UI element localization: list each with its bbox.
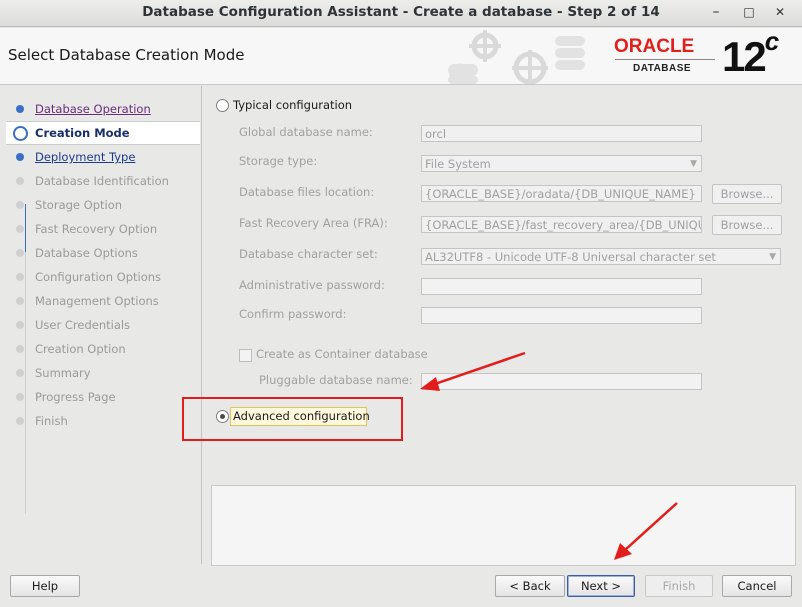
- step-dot-icon: [16, 225, 24, 233]
- charset-label: Database character set:: [239, 247, 378, 261]
- finish-button[interactable]: Finish: [645, 575, 713, 597]
- nav-step-label: Storage Option: [35, 198, 123, 212]
- fra-label: Fast Recovery Area (FRA):: [239, 216, 388, 230]
- version-number: 12: [722, 33, 767, 80]
- version-logo: 12c: [722, 26, 779, 81]
- nav-step-item: Storage Option: [6, 194, 200, 216]
- nav-step-label: Fast Recovery Option: [35, 222, 158, 236]
- nav-step-label: Database Options: [35, 246, 138, 260]
- step-dot-icon: [16, 201, 24, 209]
- container-db-checkbox[interactable]: [239, 349, 252, 362]
- global-db-name-field[interactable]: orcl: [421, 125, 702, 142]
- nav-step-item: Fast Recovery Option: [6, 218, 200, 240]
- gears-decoration-icon: [448, 30, 585, 84]
- step-dot-icon: [13, 126, 28, 141]
- logo-divider: [615, 59, 715, 60]
- window-title: Database Configuration Assistant - Creat…: [142, 4, 660, 20]
- nav-step-item[interactable]: Database Operation: [6, 98, 200, 120]
- nav-step-item[interactable]: Creation Mode: [6, 121, 200, 145]
- step-dot-icon: [16, 345, 24, 353]
- message-area: [211, 485, 796, 566]
- step-dot-icon: [16, 249, 24, 257]
- step-dot-icon: [16, 177, 24, 185]
- charset-value: AL32UTF8 - Unicode UTF-8 Universal chara…: [425, 250, 716, 264]
- minimize-icon[interactable]: –: [706, 3, 726, 21]
- window-title-bar[interactable]: Database Configuration Assistant - Creat…: [0, 0, 802, 27]
- help-button[interactable]: Help: [10, 575, 80, 597]
- step-dot-icon: [16, 297, 24, 305]
- nav-step-item: Database Identification: [6, 170, 200, 192]
- nav-step-item: Configuration Options: [6, 266, 200, 288]
- step-navigation: Database Operation Creation Mode Deploymen…: [6, 92, 200, 566]
- typical-config-label[interactable]: Typical configuration: [233, 98, 352, 112]
- nav-step-item: Summary: [6, 362, 200, 384]
- nav-step-label: User Credentials: [35, 318, 131, 332]
- container-db-label[interactable]: Create as Container database: [256, 347, 428, 361]
- global-db-name-label: Global database name:: [239, 125, 373, 139]
- step-dot-icon: [16, 417, 24, 425]
- step-dot-icon: [16, 273, 24, 281]
- oracle-logo: ORACLE DATABASE: [612, 36, 722, 78]
- page-header: Select Database Creation Mode ORACLE DAT…: [0, 26, 802, 85]
- annotation-highlight-box: [182, 397, 403, 441]
- step-dot-icon: [16, 393, 24, 401]
- db-files-browse-button[interactable]: Browse...: [712, 184, 782, 204]
- storage-type-value: File System: [425, 157, 491, 171]
- db-files-location-label: Database files location:: [239, 185, 375, 199]
- nav-step-item: Creation Option: [6, 338, 200, 360]
- step-dot-icon: [16, 153, 24, 161]
- nav-step-item: Finish: [6, 410, 200, 432]
- confirm-password-label: Confirm password:: [239, 307, 347, 321]
- nav-step-label: Configuration Options: [35, 270, 162, 284]
- fra-field[interactable]: {ORACLE_BASE}/fast_recovery_area/{DB_UNI…: [421, 216, 702, 233]
- nav-step-item: Management Options: [6, 290, 200, 312]
- cancel-button[interactable]: Cancel: [722, 575, 792, 597]
- db-files-location-field[interactable]: {ORACLE_BASE}/oradata/{DB_UNIQUE_NAME}: [421, 185, 702, 202]
- page-title: Select Database Creation Mode: [8, 46, 245, 64]
- oracle-brand-sub: DATABASE: [633, 63, 692, 74]
- chevron-down-icon: ▼: [690, 159, 697, 169]
- storage-type-label: Storage type:: [239, 154, 318, 168]
- version-suffix: c: [764, 26, 780, 56]
- step-dot-icon: [16, 369, 24, 377]
- nav-step-label: Creation Option: [35, 342, 126, 356]
- nav-step-item: User Credentials: [6, 314, 200, 336]
- nav-step-item[interactable]: Deployment Type: [6, 146, 200, 168]
- step-dot-icon: [16, 321, 24, 329]
- nav-step-label: Creation Mode: [35, 126, 130, 140]
- fra-browse-button[interactable]: Browse...: [712, 215, 782, 235]
- nav-step-label: Database Operation: [35, 102, 151, 116]
- nav-step-label: Database Identification: [35, 174, 169, 188]
- back-button[interactable]: < Back: [495, 575, 565, 597]
- nav-step-item: Database Options: [6, 242, 200, 264]
- close-icon[interactable]: ✕: [770, 3, 790, 21]
- admin-password-field[interactable]: [421, 278, 702, 295]
- nav-step-label: Summary: [35, 366, 91, 380]
- admin-password-label: Administrative password:: [239, 278, 385, 292]
- next-button[interactable]: Next >: [567, 575, 635, 597]
- maximize-icon[interactable]: □: [739, 3, 759, 21]
- nav-step-label: Finish: [35, 414, 68, 428]
- nav-step-label: Management Options: [35, 294, 159, 308]
- confirm-password-field[interactable]: [421, 307, 702, 324]
- nav-step-label: Progress Page: [35, 390, 116, 404]
- chevron-down-icon: ▼: [769, 252, 776, 262]
- step-dot-icon: [16, 105, 24, 113]
- oracle-brand: ORACLE: [614, 36, 695, 57]
- pluggable-db-field[interactable]: [421, 373, 702, 390]
- nav-step-label: Deployment Type: [35, 150, 136, 164]
- storage-type-select[interactable]: File System ▼: [421, 155, 702, 172]
- nav-step-item: Progress Page: [6, 386, 200, 408]
- charset-select[interactable]: AL32UTF8 - Unicode UTF-8 Universal chara…: [421, 248, 781, 265]
- pluggable-db-label: Pluggable database name:: [259, 373, 413, 387]
- typical-config-radio[interactable]: [216, 99, 229, 112]
